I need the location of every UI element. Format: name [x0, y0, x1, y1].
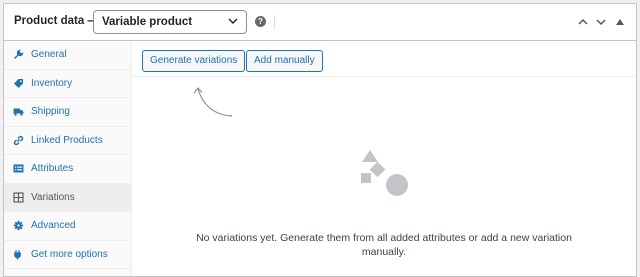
- move-up-icon[interactable]: [576, 16, 590, 28]
- empty-state-message: No variations yet. Generate them from al…: [196, 232, 572, 258]
- tab-label-inventory: Inventory: [31, 77, 73, 89]
- tag-icon: [13, 78, 24, 89]
- tab-get-more-options[interactable]: Get more options: [4, 241, 131, 269]
- sidebar: General Inventory Shipping Linked Produc…: [4, 41, 132, 276]
- truck-icon: [13, 106, 24, 117]
- product-data-panel: Product data — Variable product ? Genera…: [3, 3, 637, 277]
- add-manually-button[interactable]: Add manually: [246, 50, 323, 72]
- tab-variations[interactable]: Variations: [4, 183, 131, 212]
- tab-label-advanced: Advanced: [31, 220, 76, 232]
- variations-toolbar: Generate variations Add manually: [132, 41, 636, 77]
- tab-shipping[interactable]: Shipping: [4, 98, 131, 127]
- tab-label-attributes: Attributes: [31, 163, 74, 175]
- help-icon[interactable]: ?: [255, 16, 266, 27]
- curved-arrow-icon: [193, 87, 233, 117]
- tab-label-get-more-options: Get more options: [31, 248, 108, 260]
- toggle-panel-icon[interactable]: [613, 16, 627, 28]
- tab-label-variations: Variations: [31, 191, 75, 203]
- tab-label-general: General: [31, 49, 67, 61]
- tab-linked-products[interactable]: Linked Products: [4, 127, 131, 155]
- move-down-icon[interactable]: [594, 16, 608, 28]
- wrench-icon: [13, 49, 24, 60]
- variations-main: Generate variations Add manually No vari…: [132, 41, 636, 276]
- gear-icon: [13, 220, 24, 231]
- shapes-icon: [361, 150, 408, 196]
- tab-advanced[interactable]: Advanced: [4, 212, 131, 241]
- grid-icon: [13, 192, 24, 203]
- generate-variations-button[interactable]: Generate variations: [142, 50, 246, 72]
- plugin-icon: [13, 249, 24, 260]
- product-type-value: Variable product: [102, 16, 193, 28]
- tab-label-shipping: Shipping: [31, 106, 70, 118]
- link-icon: [13, 135, 24, 146]
- tab-label-linked-products: Linked Products: [31, 134, 103, 146]
- panel-header: Product data — Variable product ?: [4, 4, 636, 41]
- product-type-select[interactable]: Variable product: [93, 10, 247, 34]
- header-divider: [274, 15, 275, 29]
- chevron-down-icon: [228, 18, 238, 24]
- tab-inventory[interactable]: Inventory: [4, 70, 131, 98]
- tab-attributes[interactable]: Attributes: [4, 155, 131, 184]
- panel-title: Product data —: [14, 15, 99, 27]
- list-icon: [13, 163, 24, 174]
- tab-general[interactable]: General: [4, 41, 131, 70]
